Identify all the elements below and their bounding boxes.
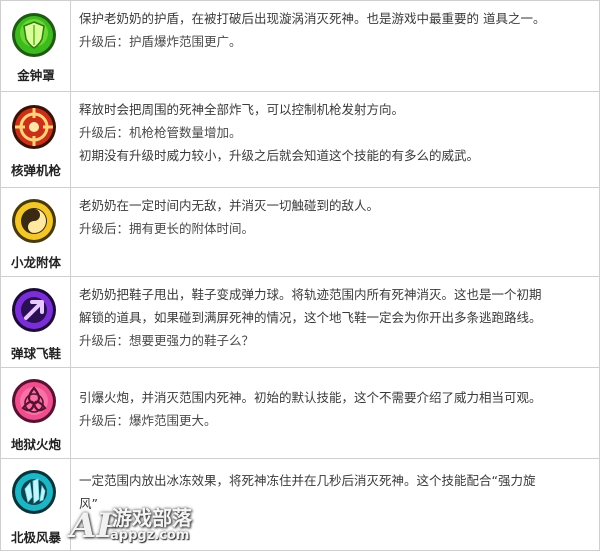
item-name: 北极风暴 [10, 530, 61, 545]
item-description: 释放时会把周围的死神全部炸飞，可以控制机枪发射方向。 升级后：机枪枪管数量增加。… [79, 98, 591, 167]
upgrade-line: 升级后：想要更强力的鞋子么？ [79, 333, 255, 348]
table-row: 地狱火炮 引爆火炮，并消灭范围内死神。初始的默认技能，这个不需要介绍了威力相当可… [1, 368, 599, 459]
table-row: 北极风暴 一定范围内放出冰冻效果，将死神冻住并在几秒后消灭死神。这个技能配合“强… [1, 459, 599, 550]
ice-crystal-icon [11, 469, 57, 515]
description-line: 引爆火炮，并消灭范围内死神。初始的默认技能，这个不需要介绍了威力相当可观。 [79, 390, 542, 405]
table-row: 核弹机枪 释放时会把周围的死神全部炸飞，可以控制机枪发射方向。 升级后：机枪枪管… [1, 92, 599, 188]
skills-table: 金钟罩 保护老奶奶的护盾，在被打破后出现漩涡消灭死神。也是游戏中最重要的 道具之… [0, 0, 600, 551]
item-name: 小龙附体 [10, 255, 61, 270]
upgrade-line: 升级后：护盾爆炸范围更广。 [79, 34, 242, 49]
purple-arrow-icon [11, 287, 57, 333]
description-line: 老奶奶把鞋子甩出，鞋子变成弹力球。将轨迹范围内所有死神消灭。这也是一个初期 [79, 287, 542, 302]
upgrade-line: 升级后：爆炸范围更大。 [79, 413, 217, 428]
icon-cell: 地狱火炮 [1, 368, 71, 458]
icon-cell: 北极风暴 [1, 459, 71, 550]
yellow-swirl-icon [11, 198, 57, 244]
upgrade-line: 升级后：拥有更长的附体时间。 [79, 221, 255, 236]
icon-cell: 金钟罩 [1, 1, 71, 91]
upgrade-line: 升级后：机枪枪管数量增加。 [79, 125, 242, 140]
item-description: 老奶奶在一定时间内无敌，并消灭一切触碰到的敌人。 升级后：拥有更长的附体时间。 [79, 194, 591, 240]
item-name: 地狱火炮 [10, 437, 61, 452]
description-line: 保护老奶奶的护盾，在被打破后出现漩涡消灭死神。也是游戏中最重要的 道具之一。 [79, 11, 546, 26]
description-line: 风” [79, 496, 98, 511]
item-name: 弹球飞鞋 [10, 346, 61, 361]
item-name: 核弹机枪 [10, 163, 61, 178]
description-line: 老奶奶在一定时间内无敌，并消灭一切触碰到的敌人。 [79, 198, 380, 213]
pink-triquetra-icon [11, 378, 57, 424]
green-shield-icon [11, 12, 57, 58]
red-crosshair-icon [11, 104, 57, 150]
description-line: 一定范围内放出冰冻效果，将死神冻住并在几秒后消灭死神。这个技能配合“强力旋 [79, 473, 536, 488]
item-name: 金钟罩 [17, 68, 55, 83]
icon-cell: 弹球飞鞋 [1, 277, 71, 367]
table-row: 小龙附体 老奶奶在一定时间内无敌，并消灭一切触碰到的敌人。 升级后：拥有更长的附… [1, 188, 599, 277]
item-description: 一定范围内放出冰冻效果，将死神冻住并在几秒后消灭死神。这个技能配合“强力旋 风” [79, 469, 591, 515]
table-row: 弹球飞鞋 老奶奶把鞋子甩出，鞋子变成弹力球。将轨迹范围内所有死神消灭。这也是一个… [1, 277, 599, 368]
icon-cell: 小龙附体 [1, 188, 71, 276]
description-line: 初期没有升级时威力较小，升级之后就会知道这个技能的有多么的威武。 [79, 148, 480, 163]
table-row: 金钟罩 保护老奶奶的护盾，在被打破后出现漩涡消灭死神。也是游戏中最重要的 道具之… [1, 1, 599, 92]
description-line: 解锁的道具，如果碰到满屏死神的情况，这个地飞鞋一定会为你开出多条逃跑路线。 [79, 310, 542, 325]
description-line: 释放时会把周围的死神全部炸飞，可以控制机枪发射方向。 [79, 102, 405, 117]
item-description: 引爆火炮，并消灭范围内死神。初始的默认技能，这个不需要介绍了威力相当可观。 升级… [79, 386, 591, 432]
item-description: 老奶奶把鞋子甩出，鞋子变成弹力球。将轨迹范围内所有死神消灭。这也是一个初期 解锁… [79, 283, 591, 352]
item-description: 保护老奶奶的护盾，在被打破后出现漩涡消灭死神。也是游戏中最重要的 道具之一。 升… [79, 7, 591, 53]
icon-cell: 核弹机枪 [1, 92, 71, 187]
